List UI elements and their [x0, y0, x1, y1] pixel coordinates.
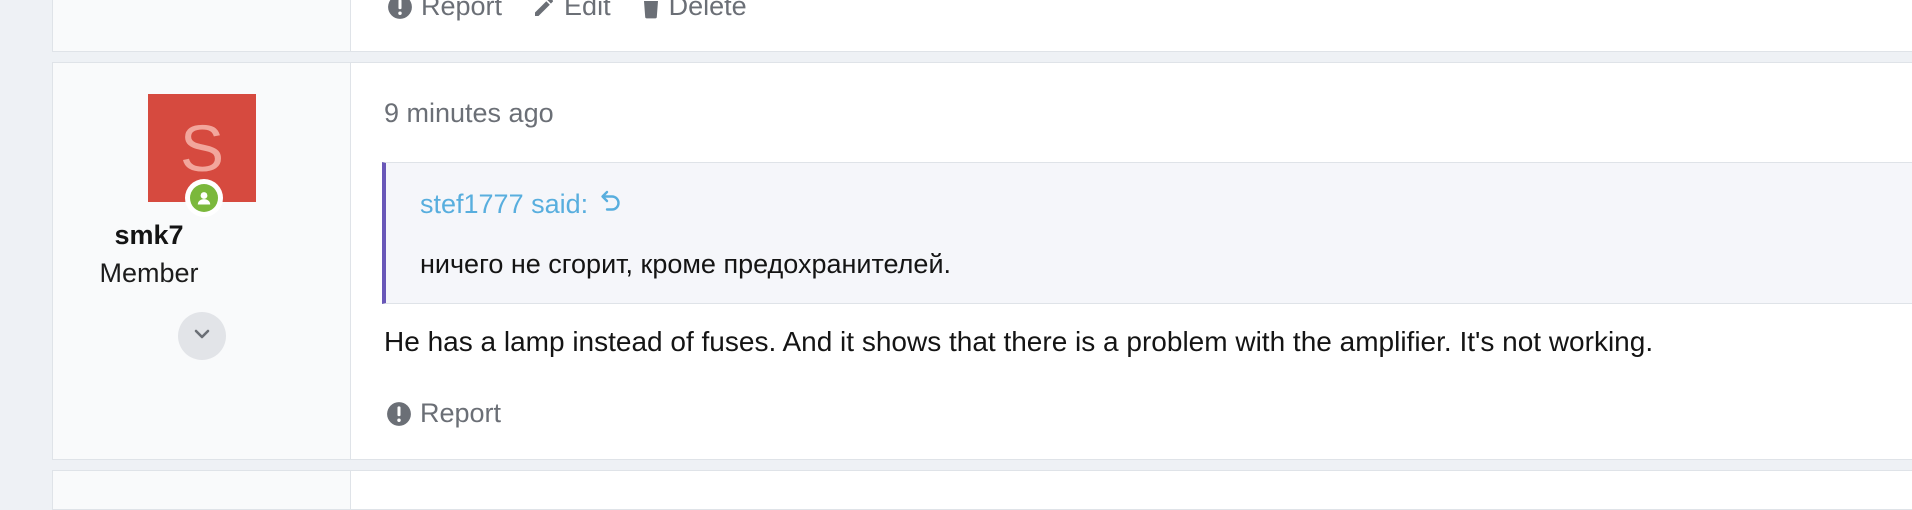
- quote-text: ничего не сгорит, кроме предохранителей.: [420, 249, 952, 279]
- user-role: Member: [99, 258, 199, 288]
- avatar-letter: S: [179, 111, 225, 185]
- delete-label: Delete: [668, 0, 747, 21]
- delete-button[interactable]: Delete: [641, 0, 747, 22]
- report-label: Report: [420, 398, 502, 428]
- next-post: [52, 470, 1912, 510]
- alert-circle-icon: [387, 0, 413, 20]
- next-post-sidebar: [53, 471, 351, 509]
- quote-block: stef1777 said: ничего не сгорит, кроме п…: [382, 162, 1912, 304]
- edit-label: Edit: [564, 0, 611, 21]
- previous-post: Report Edit Delete: [52, 0, 1912, 52]
- trash-icon: [641, 0, 661, 19]
- report-label: Report: [421, 0, 503, 21]
- online-status-badge: [185, 179, 223, 217]
- report-button[interactable]: Report: [386, 398, 501, 429]
- post-timestamp[interactable]: 9 minutes ago: [384, 98, 554, 129]
- previous-post-sidebar: [53, 0, 351, 51]
- user-icon: [190, 184, 218, 212]
- alert-circle-icon: [386, 401, 412, 427]
- quote-author-link[interactable]: stef1777 said:: [420, 189, 622, 220]
- quote-author-text: stef1777 said:: [420, 189, 589, 219]
- post-body-text: He has a lamp instead of fuses. And it s…: [384, 326, 1654, 357]
- reply-arrow-icon: [600, 189, 622, 220]
- chevron-down-icon: [193, 327, 211, 345]
- post-actions: Report: [386, 398, 501, 429]
- expand-user-info-button[interactable]: [178, 312, 226, 360]
- previous-post-actions: Report Edit Delete: [387, 0, 747, 22]
- report-button[interactable]: Report: [387, 0, 502, 22]
- edit-button[interactable]: Edit: [532, 0, 611, 22]
- username[interactable]: smk7: [0, 220, 298, 251]
- pencil-icon: [532, 0, 556, 19]
